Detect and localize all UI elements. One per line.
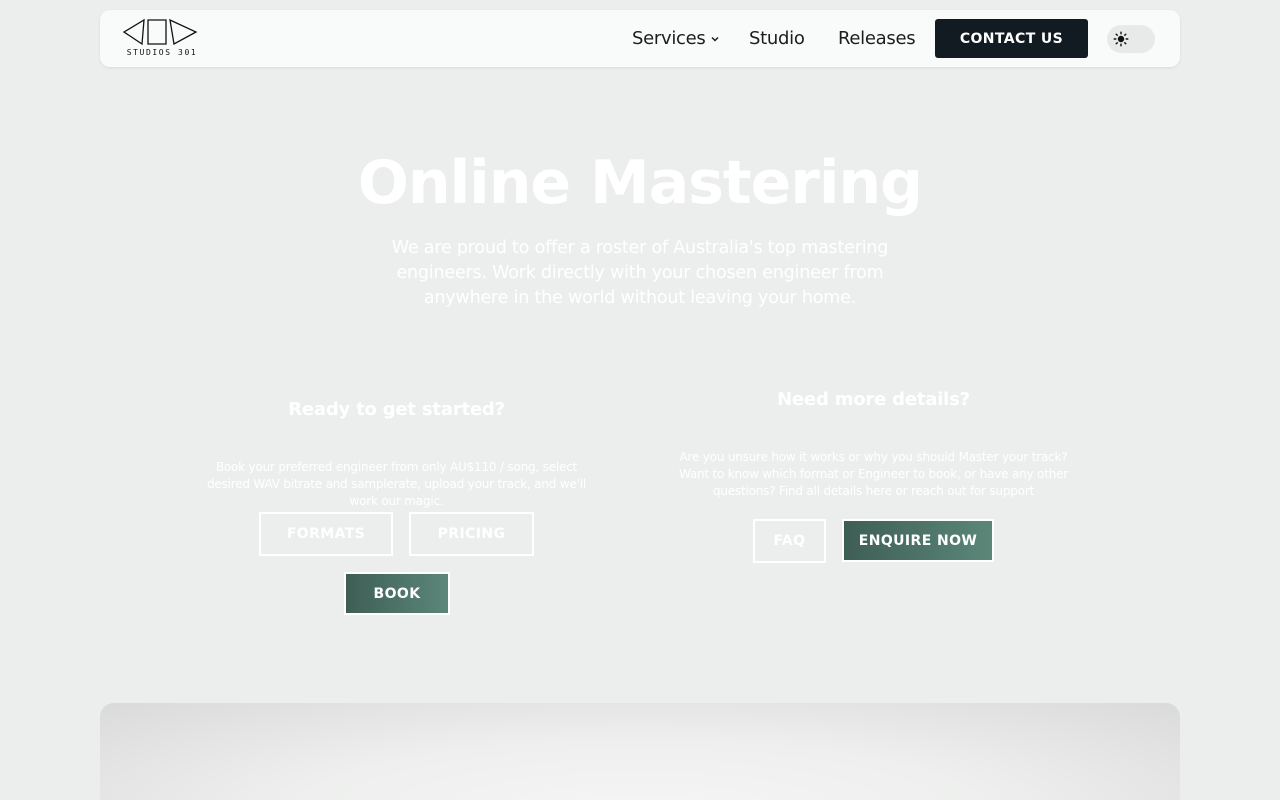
content-card [100, 703, 1180, 800]
nav-services-link[interactable]: Services [632, 28, 721, 49]
page-title: Online Mastering [357, 148, 923, 218]
formats-button[interactable]: FORMATS [259, 512, 393, 556]
faq-button[interactable]: FAQ [753, 519, 826, 563]
book-button[interactable]: BOOK [344, 572, 450, 615]
hero-subtitle: We are proud to offer a roster of Austra… [391, 238, 889, 308]
logo-icon [122, 18, 198, 46]
top-navbar: STUDIOS 301 Services Studio Releases CON… [100, 10, 1180, 67]
nav-releases-link[interactable]: Releases [838, 28, 916, 49]
nav-studio-link[interactable]: Studio [749, 28, 805, 49]
pricing-button[interactable]: PRICING [409, 512, 534, 556]
enquire-now-button[interactable]: ENQUIRE NOW [842, 519, 994, 562]
more-details-text: Are you unsure how it works or why you s… [678, 450, 1069, 498]
more-details-heading: Need more details? [777, 389, 970, 410]
sun-icon [1113, 31, 1129, 47]
studios-301-logo[interactable]: STUDIOS 301 [122, 18, 198, 60]
get-started-heading: Ready to get started? [288, 399, 505, 420]
theme-toggle[interactable] [1107, 25, 1155, 53]
contact-us-button[interactable]: CONTACT US [935, 19, 1088, 58]
chevron-down-icon [710, 36, 719, 42]
logo-text: STUDIOS 301 [126, 48, 198, 57]
nav-services-label: Services [632, 28, 706, 49]
get-started-text: Book your preferred engineer from only A… [206, 460, 587, 508]
